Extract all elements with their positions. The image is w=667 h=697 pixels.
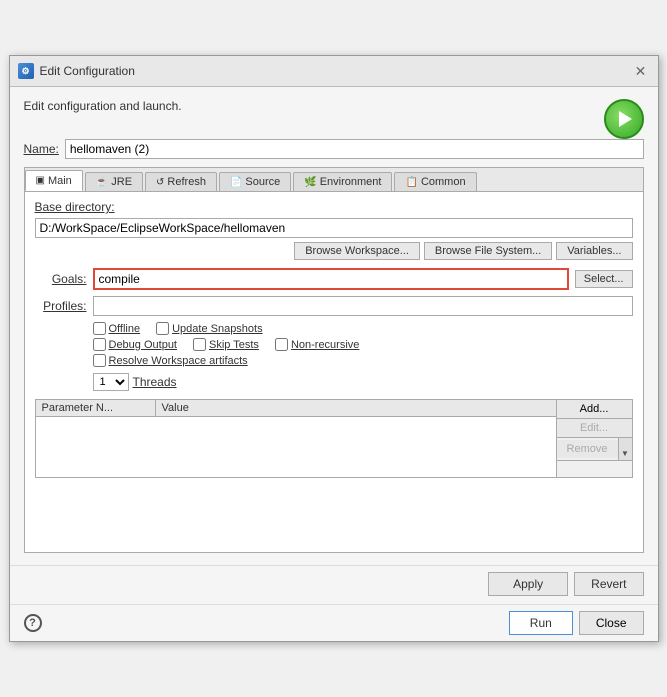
checkbox-debug-output: Debug Output (93, 338, 178, 351)
run-icon-button[interactable] (604, 99, 644, 139)
params-side-buttons: Add... Edit... Remove ▼ (556, 400, 632, 477)
dialog-body: Edit configuration and launch. Name: ▣ M… (10, 87, 658, 565)
params-remove-row: Remove ▼ (557, 438, 632, 461)
dialog-subtitle: Edit configuration and launch. (24, 99, 182, 113)
help-icon[interactable]: ? (24, 614, 42, 632)
params-table-container: Parameter N... Value Add... Edit... Remo… (35, 399, 633, 478)
jre-tab-icon: ☕ (96, 177, 108, 188)
checkbox-non-recursive: Non-recursive (275, 338, 359, 351)
profiles-row: Profiles: (35, 296, 633, 316)
name-input[interactable] (65, 139, 644, 159)
checkbox-row-1: Offline Update Snapshots (93, 322, 633, 335)
base-directory-label: Base directory: (35, 200, 633, 214)
debug-output-checkbox[interactable] (93, 338, 106, 351)
non-recursive-checkbox[interactable] (275, 338, 288, 351)
threads-label: Threads (133, 375, 177, 389)
bottom-right-buttons: Run Close (509, 611, 644, 635)
main-tab-icon: ▣ (36, 175, 45, 186)
checkboxes-area: Offline Update Snapshots Debug Output (93, 322, 633, 367)
name-row: Name: (24, 139, 644, 159)
tabs-container: ▣ Main ☕ JRE ↺ Refresh 📄 Source 🌿 En (24, 167, 644, 553)
scroll-down-arrow: ▼ (621, 449, 629, 458)
tab-source[interactable]: 📄 Source (219, 172, 291, 191)
dialog-icon: ⚙ (18, 63, 34, 79)
tab-jre-label: JRE (111, 176, 132, 188)
checkbox-row-2: Debug Output Skip Tests Non-recursive (93, 338, 633, 351)
params-add-button[interactable]: Add... (557, 400, 632, 419)
offline-checkbox[interactable] (93, 322, 106, 335)
update-snapshots-checkbox[interactable] (156, 322, 169, 335)
profiles-label: Profiles: (35, 299, 87, 313)
scroll-indicator: ▼ (618, 438, 632, 460)
checkbox-offline: Offline (93, 322, 141, 335)
profiles-input[interactable] (93, 296, 633, 316)
edit-configuration-dialog: ⚙ Edit Configuration ✕ Edit configuratio… (9, 55, 659, 642)
params-col-name: Parameter N... (36, 400, 156, 416)
non-recursive-label[interactable]: Non-recursive (291, 339, 359, 351)
tab-refresh[interactable]: ↺ Refresh (145, 172, 217, 191)
params-table-header: Parameter N... Value (36, 400, 556, 417)
goals-row: Goals: Select... (35, 268, 633, 290)
checkbox-update-snapshots: Update Snapshots (156, 322, 263, 335)
title-bar-left: ⚙ Edit Configuration (18, 63, 135, 79)
title-close-button[interactable]: ✕ (632, 62, 650, 80)
bottom-bar: ? Run Close (10, 604, 658, 641)
browse-buttons: Browse Workspace... Browse File System..… (35, 242, 633, 260)
revert-button[interactable]: Revert (574, 572, 643, 596)
update-snapshots-label[interactable]: Update Snapshots (172, 323, 263, 335)
goals-label: Goals: (35, 272, 87, 286)
variables-button[interactable]: Variables... (556, 242, 632, 260)
common-tab-icon: 📋 (405, 177, 417, 188)
threads-row: 1 2 4 Threads (93, 373, 633, 391)
params-edit-button[interactable]: Edit... (557, 419, 632, 438)
dialog-title: Edit Configuration (40, 64, 135, 78)
tab-refresh-label: Refresh (167, 176, 206, 188)
checkbox-row-3: Resolve Workspace artifacts (93, 354, 633, 367)
browse-workspace-button[interactable]: Browse Workspace... (294, 242, 420, 260)
browse-filesystem-button[interactable]: Browse File System... (424, 242, 552, 260)
tab-main[interactable]: ▣ Main (25, 170, 83, 191)
goals-input[interactable] (93, 268, 569, 290)
skip-tests-checkbox[interactable] (193, 338, 206, 351)
tab-common-label: Common (421, 176, 466, 188)
tab-environment[interactable]: 🌿 Environment (293, 172, 392, 191)
offline-label[interactable]: Offline (109, 323, 141, 335)
checkbox-skip-tests: Skip Tests (193, 338, 259, 351)
params-col-value: Value (156, 400, 556, 416)
tab-content-main: Base directory: Browse Workspace... Brow… (25, 192, 643, 552)
apply-revert-footer: Apply Revert (10, 565, 658, 604)
apply-button[interactable]: Apply (488, 572, 568, 596)
title-bar: ⚙ Edit Configuration ✕ (10, 56, 658, 87)
tab-common[interactable]: 📋 Common (394, 172, 476, 191)
name-label: Name: (24, 142, 59, 156)
resolve-workspace-label[interactable]: Resolve Workspace artifacts (109, 355, 248, 367)
debug-output-label[interactable]: Debug Output (109, 339, 178, 351)
run-button[interactable]: Run (509, 611, 573, 635)
threads-select[interactable]: 1 2 4 (93, 373, 129, 391)
params-table-body (36, 417, 556, 477)
skip-tests-label[interactable]: Skip Tests (209, 339, 259, 351)
env-tab-icon: 🌿 (304, 177, 316, 188)
params-table: Parameter N... Value (36, 400, 556, 477)
params-remove-button[interactable]: Remove (557, 440, 618, 458)
resolve-workspace-checkbox[interactable] (93, 354, 106, 367)
tab-environment-label: Environment (320, 176, 382, 188)
tab-source-label: Source (245, 176, 280, 188)
base-directory-input[interactable] (35, 218, 633, 238)
tab-jre[interactable]: ☕ JRE (85, 172, 143, 191)
tab-main-label: Main (48, 175, 72, 187)
goals-select-button[interactable]: Select... (575, 270, 633, 288)
tabs-bar: ▣ Main ☕ JRE ↺ Refresh 📄 Source 🌿 En (25, 168, 643, 192)
checkbox-resolve-workspace: Resolve Workspace artifacts (93, 354, 248, 367)
refresh-tab-icon: ↺ (156, 177, 164, 188)
source-tab-icon: 📄 (230, 177, 242, 188)
close-dialog-button[interactable]: Close (579, 611, 644, 635)
